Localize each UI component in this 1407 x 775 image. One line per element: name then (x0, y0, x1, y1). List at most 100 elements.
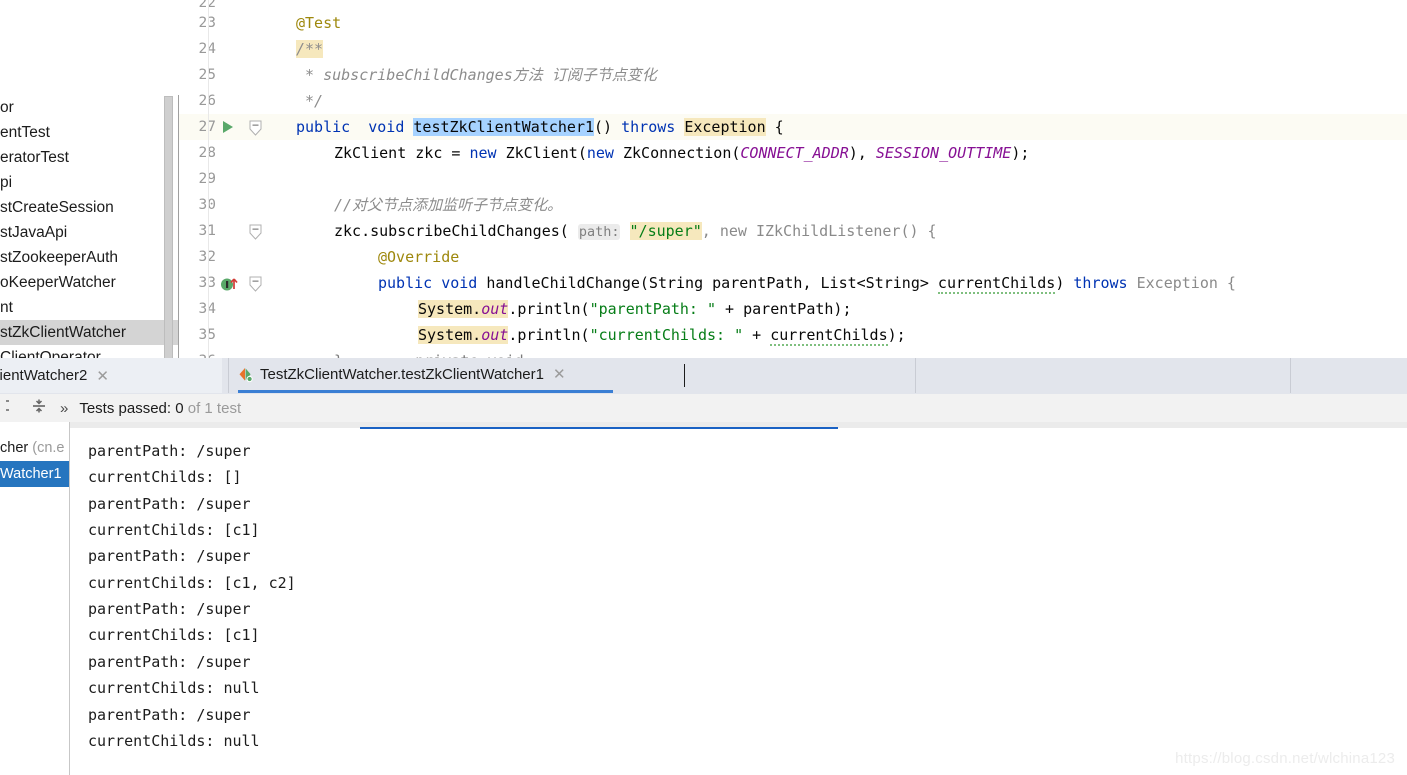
var-currentchilds: currentChilds (770, 326, 888, 346)
list-item[interactable]: stCreateSession (0, 195, 178, 220)
code-line-25: * subscribeChildChanges方法 订阅子节点变化 (296, 62, 657, 88)
collapse-all-icon[interactable] (30, 397, 48, 420)
param-hint-path: path: (577, 224, 621, 240)
list-item-label: eratorTest (0, 149, 69, 166)
test-runner-toolbar[interactable]: » Tests passed: 0 of 1 test (0, 394, 1407, 423)
fold-marker-icon[interactable] (248, 119, 263, 136)
param-currentchilds: currentChilds (937, 274, 1056, 294)
line-number: 35 (186, 322, 216, 348)
line-number: 28 (186, 140, 216, 166)
type-exception: Exception (684, 118, 766, 136)
list-item[interactable]: oKeeperWatcher (0, 270, 178, 295)
list-item-selected[interactable]: stZkClientWatcher (0, 320, 178, 345)
list-item-label: oKeeperWatcher (0, 274, 116, 291)
console-line: parentPath: /super (88, 653, 251, 671)
list-item[interactable]: entTest (0, 120, 178, 145)
console-line: parentPath: /super (88, 442, 251, 460)
list-item[interactable]: stZookeeperAuth (0, 245, 178, 270)
test-tree-suite[interactable]: cher (cn.e (0, 435, 69, 461)
list-item[interactable]: ClientOperator (0, 345, 178, 358)
line-number: 27 (186, 114, 216, 140)
tab-testzkclientwatcher1[interactable]: TestZkClientWatcher.testZkClientWatcher1… (238, 358, 613, 393)
line-number: 32 (186, 244, 216, 270)
code-line-30: //对父节点添加监听子节点变化。 (334, 192, 562, 218)
stacktrace-link-underline[interactable] (360, 427, 838, 429)
list-item[interactable]: pi (0, 170, 178, 195)
line-number: 23 (186, 10, 216, 36)
console-line: currentChilds: [c1] (88, 626, 260, 644)
string-currentchilds: "currentChilds: " (589, 326, 744, 344)
string-super: "/super" (629, 222, 702, 240)
list-item-label: stZookeeperAuth (0, 249, 119, 266)
text-caret (684, 364, 685, 387)
code-editor[interactable]: 22 23 24 25 26 27 28 29 30 31 32 (0, 0, 1407, 358)
test-tree[interactable]: cher (cn.e Watcher1 (0, 422, 70, 775)
console-line: parentPath: /super (88, 547, 251, 565)
type-exception-2: Exception { (1127, 274, 1236, 292)
console-line: currentChilds: [] (88, 468, 242, 486)
settings-icon[interactable] (6, 398, 12, 419)
fold-marker-icon[interactable] (248, 275, 263, 292)
code-text[interactable]: @Test /** * subscribeChildChanges方法 订阅子节… (296, 0, 1407, 358)
console-output[interactable]: parentPath: /super currentChilds: [] par… (70, 422, 1407, 775)
list-item-label: stCreateSession (0, 199, 114, 216)
kw-public-2: public (378, 274, 433, 292)
run-config-icon (238, 367, 253, 382)
list-item-label: stZkClientWatcher (0, 324, 127, 341)
ide-window: 22 23 24 25 26 27 28 29 30 31 32 (0, 0, 1407, 775)
field-out-1: out (481, 300, 509, 318)
tests-total-count: of 1 test (183, 399, 242, 417)
anon-listener: IZkChildListener() { (746, 222, 937, 240)
list-item-label: or (0, 99, 14, 116)
annotation-override: @Override (378, 248, 460, 266)
tab-label: TestZkClientWatcher.testZkClientWatcher1 (260, 365, 544, 383)
annotation-test: @Test (296, 14, 342, 32)
fold-marker-icon[interactable] (248, 223, 263, 240)
kw-throws: throws (621, 118, 676, 136)
call-println-2: .println( (508, 326, 590, 344)
decl-zkclient: ZkClient zkc = (334, 144, 470, 162)
file-list-popup[interactable]: or entTest eratorTest pi stCreateSession… (0, 95, 179, 358)
filelist-scrollbar-thumb[interactable] (164, 96, 173, 358)
list-item[interactable]: eratorTest (0, 145, 178, 170)
code-line-28: ZkClient zkc = new ZkClient(new ZkConnec… (334, 140, 1029, 166)
run-test-icon[interactable] (223, 121, 233, 133)
arg-sep: ), (848, 144, 876, 162)
list-item-label: pi (0, 174, 13, 191)
concat-parentpath: + parentPath); (716, 300, 852, 318)
kw-public: public (296, 118, 351, 136)
call-println-1: .println( (508, 300, 590, 318)
code-line-34: System.out.println("parentPath: " + pare… (418, 296, 852, 322)
line-number: 31 (186, 218, 216, 244)
line-number: 25 (186, 62, 216, 88)
tab-separator (915, 358, 916, 393)
list-item[interactable]: or (0, 95, 178, 120)
editor-gutter[interactable]: 22 23 24 25 26 27 28 29 30 31 32 (178, 0, 308, 358)
console-stacktrace-partial[interactable] (88, 422, 106, 435)
ctor-zkconnection: ZkConnection( (613, 144, 741, 162)
open-brace: { (774, 118, 784, 136)
string-parentpath: "parentPath: " (589, 300, 717, 318)
close-paren: ) (1055, 274, 1074, 292)
close-icon[interactable]: ✕ (96, 367, 109, 385)
expand-toolbar-chevron[interactable]: » (60, 400, 68, 417)
list-item-label: stJavaApi (0, 224, 68, 241)
close-icon[interactable]: ✕ (553, 365, 566, 383)
list-item[interactable]: nt (0, 295, 178, 320)
test-tree-item-selected[interactable]: Watcher1 (0, 461, 69, 487)
watermark: https://blog.csdn.net/wlchina123 (1175, 750, 1395, 767)
kw-new-2: new (586, 144, 614, 162)
code-line-32: @Override (378, 244, 459, 270)
line-comment: //对父节点添加监听子节点变化。 (334, 196, 563, 214)
kw-void: void (368, 118, 405, 136)
sysout-2a: System. (418, 326, 482, 344)
tab-testzkclientwatcher2[interactable]: cher.testZkClientWatcher2 ✕ (0, 358, 222, 393)
console-line: currentChilds: null (88, 679, 260, 697)
run-tab-bar[interactable]: cher.testZkClientWatcher2 ✕ TestZkClient… (0, 358, 1407, 395)
list-item[interactable]: stJavaApi (0, 220, 178, 245)
kw-new-1: new (469, 144, 497, 162)
line-number: 24 (186, 36, 216, 62)
line-number: 30 (186, 192, 216, 218)
code-line-26: */ (296, 88, 323, 114)
code-line-36-partial: } private void ... (334, 348, 560, 358)
